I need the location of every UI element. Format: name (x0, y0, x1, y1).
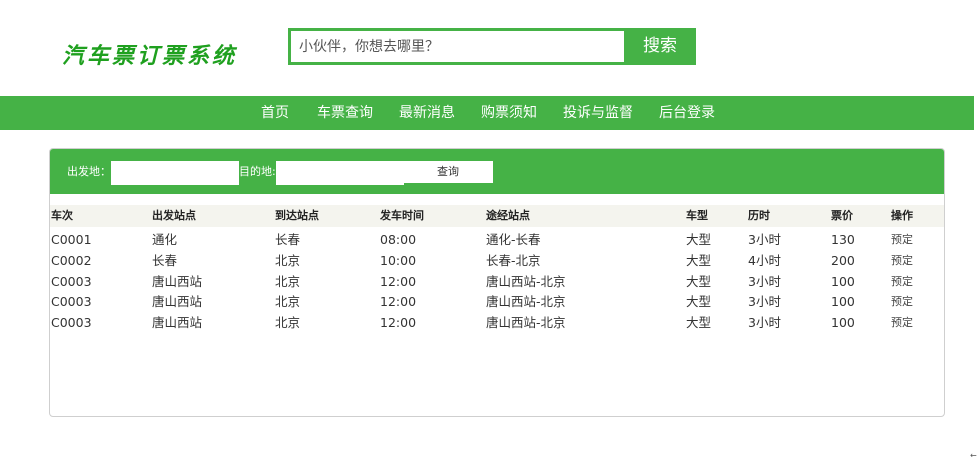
cell-arrival: 北京 (275, 315, 301, 330)
cell-price: 100 (831, 274, 855, 289)
col-header-arrival: 到达站点 (275, 209, 319, 222)
cell-departure: 唐山西站 (152, 294, 203, 309)
book-link[interactable]: 预定 (891, 250, 913, 271)
ticket-panel: 出发地： 目的地: 查询 车次 出发站点 到达站点 发车时间 途经站点 车型 历… (49, 148, 945, 417)
search-input[interactable] (288, 28, 624, 65)
cell-arrival: 北京 (275, 274, 301, 289)
cell-departure: 唐山西站 (152, 315, 203, 330)
cell-via: 通化-长春 (486, 232, 541, 247)
to-input[interactable] (276, 161, 404, 185)
nav-item-home[interactable]: 首页 (261, 96, 289, 130)
cell-via: 唐山西站-北京 (486, 294, 566, 309)
col-header-train: 车次 (51, 209, 73, 222)
table-header: 车次 出发站点 到达站点 发车时间 途经站点 车型 历时 票价 操作 (50, 205, 944, 227)
nav-item-admin-login[interactable]: 后台登录 (659, 96, 715, 130)
book-link[interactable]: 预定 (891, 291, 913, 312)
cell-train: C0003 (51, 315, 92, 330)
cell-duration: 3小时 (748, 315, 781, 330)
col-header-depart-time: 发车时间 (380, 209, 424, 222)
cell-duration: 3小时 (748, 274, 781, 289)
site-logo[interactable]: 汽车票订票系统 (62, 38, 237, 70)
cell-via: 长春-北京 (486, 253, 541, 268)
cell-arrival: 北京 (275, 294, 301, 309)
cell-duration: 4小时 (748, 253, 781, 268)
book-link[interactable]: 预定 (891, 271, 913, 292)
cell-departure: 通化 (152, 232, 178, 247)
site-header: 汽车票订票系统 搜索 (0, 0, 979, 96)
cell-depart-time: 12:00 (380, 315, 417, 330)
nav-item-complaints[interactable]: 投诉与监督 (563, 96, 633, 130)
cell-duration: 3小时 (748, 232, 781, 247)
table-row: C0001 通化 长春 08:00 通化-长春 大型 3小时 130 预定 (50, 229, 944, 250)
cell-depart-time: 08:00 (380, 232, 417, 247)
cell-price: 100 (831, 294, 855, 309)
cell-bus-type: 大型 (686, 232, 712, 247)
cell-train: C0003 (51, 274, 92, 289)
cell-bus-type: 大型 (686, 315, 712, 330)
search-button[interactable]: 搜索 (624, 28, 696, 65)
query-button[interactable]: 查询 (403, 161, 493, 183)
col-header-via: 途经站点 (486, 209, 530, 222)
cell-train: C0001 (51, 232, 92, 247)
cell-price: 100 (831, 315, 855, 330)
cell-depart-time: 12:00 (380, 274, 417, 289)
cell-depart-time: 10:00 (380, 253, 417, 268)
col-header-duration: 历时 (748, 209, 770, 222)
to-label: 目的地: (239, 165, 276, 178)
cell-departure: 长春 (152, 253, 178, 268)
book-link[interactable]: 预定 (891, 229, 913, 250)
cell-arrival: 长春 (275, 232, 301, 247)
from-input[interactable] (111, 161, 239, 185)
cell-bus-type: 大型 (686, 274, 712, 289)
cell-price: 200 (831, 253, 855, 268)
cell-arrival: 北京 (275, 253, 301, 268)
col-header-departure: 出发站点 (152, 209, 196, 222)
table-row: C0003 唐山西站 北京 12:00 唐山西站-北京 大型 3小时 100 预… (50, 291, 944, 312)
col-header-price: 票价 (831, 209, 853, 222)
from-label: 出发地： (67, 165, 111, 178)
cell-via: 唐山西站-北京 (486, 274, 566, 289)
cell-bus-type: 大型 (686, 294, 712, 309)
cell-train: C0003 (51, 294, 92, 309)
cell-bus-type: 大型 (686, 253, 712, 268)
table-row: C0003 唐山西站 北京 12:00 唐山西站-北京 大型 3小时 100 预… (50, 312, 944, 333)
nav-item-purchase-notes[interactable]: 购票须知 (481, 96, 537, 130)
resize-arrow-icon: ← (970, 451, 977, 460)
main-nav: 首页 车票查询 最新消息 购票须知 投诉与监督 后台登录 (0, 96, 974, 130)
query-bar: 出发地： 目的地: 查询 (50, 149, 944, 194)
cell-departure: 唐山西站 (152, 274, 203, 289)
search-bar: 搜索 (288, 28, 696, 65)
nav-item-ticket-search[interactable]: 车票查询 (317, 96, 373, 130)
cell-duration: 3小时 (748, 294, 781, 309)
cell-price: 130 (831, 232, 855, 247)
table-row: C0002 长春 北京 10:00 长春-北京 大型 4小时 200 预定 (50, 250, 944, 271)
nav-item-news[interactable]: 最新消息 (399, 96, 455, 130)
cell-via: 唐山西站-北京 (486, 315, 566, 330)
col-header-bus-type: 车型 (686, 209, 708, 222)
table-row: C0003 唐山西站 北京 12:00 唐山西站-北京 大型 3小时 100 预… (50, 271, 944, 292)
cell-train: C0002 (51, 253, 92, 268)
book-link[interactable]: 预定 (891, 312, 913, 333)
cell-depart-time: 12:00 (380, 294, 417, 309)
col-header-action: 操作 (891, 209, 913, 222)
